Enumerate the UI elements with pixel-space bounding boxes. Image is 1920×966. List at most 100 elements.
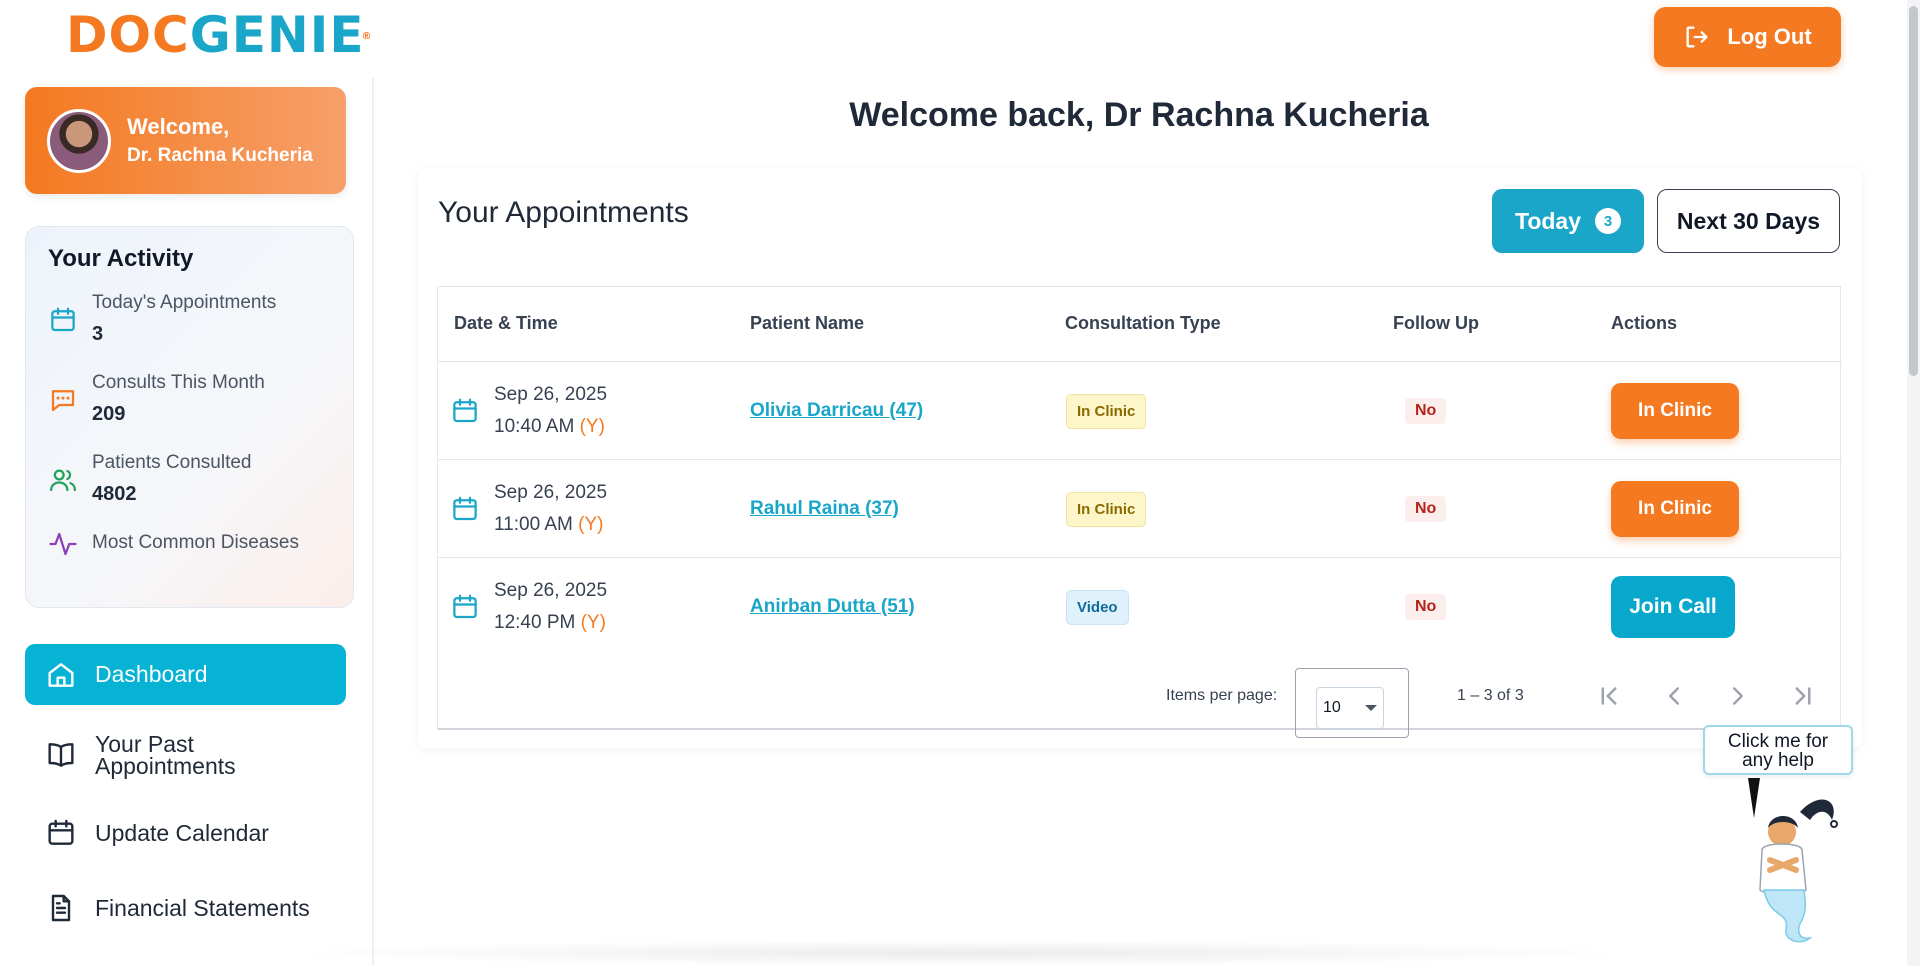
column-header-follow-up: Follow Up xyxy=(1393,313,1479,333)
follow-up-badge: No xyxy=(1405,496,1447,522)
activity-value: 4802 xyxy=(92,483,137,505)
patient-name-link[interactable]: Olivia Darricau (47) xyxy=(750,400,923,422)
genie-doctor-mascot-icon[interactable] xyxy=(1740,790,1850,950)
logout-button[interactable]: Log Out xyxy=(1654,7,1841,67)
sidebar-item-dashboard[interactable]: Dashboard xyxy=(25,644,346,705)
activity-value: 209 xyxy=(92,403,126,425)
sidebar-item-label: Financial Statements xyxy=(95,894,310,921)
first-page-icon[interactable] xyxy=(1594,681,1624,711)
sidebar-item-financial-statements[interactable]: Financial Statements xyxy=(25,883,346,933)
column-header-date-time: Date & Time xyxy=(454,313,558,333)
items-per-page-label: Items per page: xyxy=(1166,687,1278,704)
activity-panel: Your Activity Today's Appointments 3 Con… xyxy=(25,226,354,608)
paginator: Items per page: 10 1 – 3 of 3 xyxy=(438,661,1842,738)
appointment-datetime: Sep 26, 2025 12:40 PM (Y) xyxy=(450,558,607,656)
calendar-icon xyxy=(48,819,74,845)
calendar-icon xyxy=(453,594,477,619)
table-row: Sep 26, 2025 11:00 AM (Y) Rahul Raina (3… xyxy=(438,459,1842,557)
in-clinic-button[interactable]: In Clinic xyxy=(1611,481,1739,537)
docgenie-logo[interactable]: DOCGENIE ® xyxy=(66,6,372,64)
home-icon xyxy=(48,662,74,687)
follow-up-badge: No xyxy=(1405,594,1447,620)
welcome-greeting: Welcome, xyxy=(127,113,230,139)
help-bubble-line2: any help xyxy=(1742,750,1814,771)
activity-label: Consults This Month xyxy=(92,372,265,393)
logo-text-genie: GENIE xyxy=(189,6,365,64)
items-per-page-field: 10 xyxy=(1295,668,1409,738)
appointments-title: Your Appointments xyxy=(438,196,689,229)
book-icon xyxy=(48,743,74,767)
last-page-icon[interactable] xyxy=(1788,681,1818,711)
logo-registered-mark: ® xyxy=(361,31,373,42)
join-call-button[interactable]: Join Call xyxy=(1611,576,1735,638)
activity-value: 3 xyxy=(92,323,104,345)
items-per-page-value: 10 xyxy=(1323,699,1341,716)
next-page-icon[interactable] xyxy=(1723,681,1753,711)
appointment-date: Sep 26, 2025 xyxy=(494,384,608,405)
logo-text-doc: DOC xyxy=(66,6,190,64)
activity-pulse-icon xyxy=(49,532,77,556)
appointment-flag: (Y) xyxy=(580,612,606,633)
welcome-card: Welcome, Dr. Rachna Kucheria xyxy=(25,87,346,194)
avatar xyxy=(47,108,111,173)
appointment-date: Sep 26, 2025 xyxy=(494,482,608,503)
tab-today-label: Today xyxy=(1514,207,1582,234)
sidebar-divider xyxy=(372,78,374,966)
page-range-label: 1 – 3 of 3 xyxy=(1457,687,1524,704)
bottom-shadow xyxy=(280,940,1640,966)
in-clinic-button[interactable]: In Clinic xyxy=(1611,383,1739,439)
consultation-type-badge: Video xyxy=(1066,589,1129,625)
previous-page-icon[interactable] xyxy=(1659,681,1689,711)
calendar-icon xyxy=(453,496,477,521)
tab-next-30-days[interactable]: Next 30 Days xyxy=(1657,189,1840,253)
table-row: Sep 26, 2025 10:40 AM (Y) Olivia Darrica… xyxy=(438,361,1842,459)
appointments-table: Date & Time Patient Name Consultation Ty… xyxy=(437,286,1842,738)
appointment-flag: (Y) xyxy=(579,416,605,437)
appointment-time: 10:40 AM xyxy=(494,416,575,437)
activity-label: Patients Consulted xyxy=(92,452,252,473)
tab-today[interactable]: Today 3 xyxy=(1492,189,1644,253)
appointment-time: 11:00 AM xyxy=(494,514,573,535)
activity-item-most-common-diseases[interactable]: Most Common Diseases xyxy=(48,529,331,569)
patient-name-link[interactable]: Rahul Raina (37) xyxy=(750,498,899,520)
sidebar-item-label: Your Past Appointments xyxy=(95,731,236,779)
appointment-time: 12:40 PM xyxy=(494,612,576,633)
items-per-page-select[interactable]: 10 xyxy=(1316,687,1384,729)
appointment-datetime: Sep 26, 2025 11:00 AM (Y) xyxy=(450,460,607,558)
logout-label: Log Out xyxy=(1727,24,1812,49)
document-icon xyxy=(51,894,71,922)
activity-item-patients-consulted: Patients Consulted 4802 xyxy=(48,449,331,529)
activity-title: Your Activity xyxy=(48,245,194,272)
appointment-datetime: Sep 26, 2025 10:40 AM (Y) xyxy=(450,362,607,460)
consultation-type-badge: In Clinic xyxy=(1066,393,1147,429)
dropdown-caret-icon xyxy=(1365,705,1377,711)
tab-today-count-badge: 3 xyxy=(1595,208,1622,234)
help-bubble[interactable]: Click me for any help xyxy=(1703,725,1853,775)
column-header-consultation-type: Consultation Type xyxy=(1065,313,1221,333)
activity-item-consults-this-month: Consults This Month 209 xyxy=(48,369,331,449)
activity-item-todays-appointments: Today's Appointments 3 xyxy=(48,289,331,369)
consultation-type-badge: In Clinic xyxy=(1066,491,1147,527)
calendar-icon xyxy=(51,307,75,332)
column-header-patient-name: Patient Name xyxy=(750,313,865,333)
logout-icon xyxy=(1686,26,1708,48)
sidebar-item-label: Dashboard xyxy=(95,661,208,687)
welcome-doctor-name: Dr. Rachna Kucheria xyxy=(127,144,313,166)
sidebar-item-label: Update Calendar xyxy=(95,819,269,846)
activity-label: Today's Appointments xyxy=(92,292,277,313)
users-icon xyxy=(50,469,76,492)
appointment-date: Sep 26, 2025 xyxy=(494,580,608,601)
table-row: Sep 26, 2025 12:40 PM (Y) Anirban Dutta … xyxy=(438,557,1842,655)
appointment-flag: (Y) xyxy=(578,514,604,535)
chat-icon xyxy=(51,390,75,412)
follow-up-badge: No xyxy=(1405,398,1447,424)
activity-label: Most Common Diseases xyxy=(92,532,299,553)
sidebar-item-update-calendar[interactable]: Update Calendar xyxy=(25,808,346,858)
column-header-actions: Actions xyxy=(1611,313,1678,333)
page-scrollbar-thumb[interactable] xyxy=(1909,6,1918,376)
patient-name-link[interactable]: Anirban Dutta (51) xyxy=(750,596,915,618)
page-title: Welcome back, Dr Rachna Kucheria xyxy=(849,96,1429,134)
calendar-icon xyxy=(453,398,477,423)
sidebar-item-past-appointments[interactable]: Your Past Appointments xyxy=(25,724,346,786)
help-bubble-line1: Click me for xyxy=(1727,731,1829,752)
